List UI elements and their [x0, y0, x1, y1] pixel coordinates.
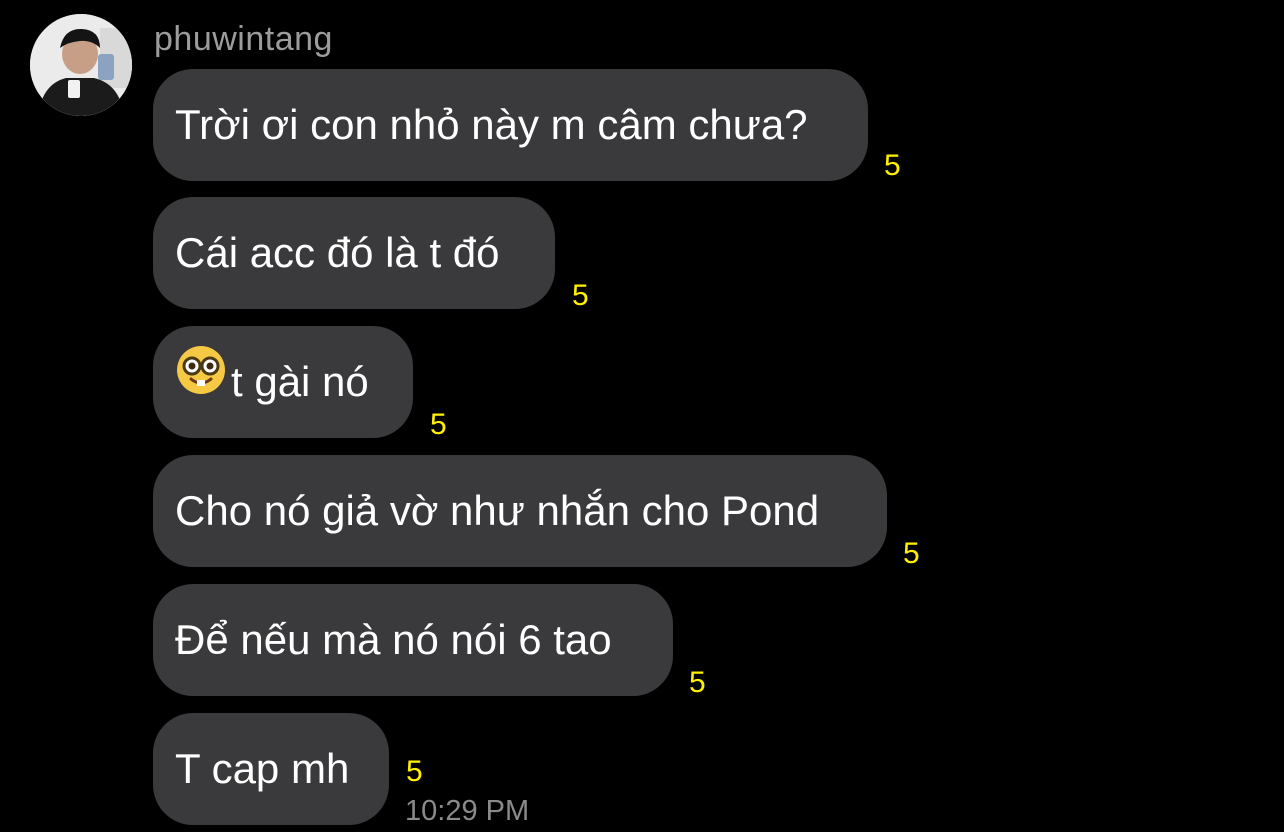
message-bubble[interactable]: T cap mh [153, 713, 389, 825]
message-badge: 5 [689, 666, 706, 699]
message-text: T cap mh [175, 745, 350, 792]
message-bubble[interactable]: Cho nó giả vờ như nhắn cho Pond [153, 455, 887, 567]
message-badge: 5 [406, 755, 423, 788]
nerd-face-emoji-icon [175, 326, 227, 438]
avatar[interactable] [30, 14, 132, 116]
message-text: t gài nó [231, 358, 369, 405]
message-text: Để nếu mà nó nói 6 tao [175, 616, 612, 663]
message-text: Cái acc đó là t đó [175, 229, 500, 276]
sender-name: phuwintang [154, 20, 333, 58]
message-timestamp: 10:29 PM [405, 795, 530, 827]
message-badge: 5 [430, 408, 447, 441]
message-badge: 5 [572, 279, 589, 312]
message-bubble[interactable]: Trời ơi con nhỏ này m câm chưa? [153, 69, 868, 181]
message-text: Cho nó giả vờ như nhắn cho Pond [175, 487, 820, 534]
message-bubble[interactable]: Để nếu mà nó nói 6 tao [153, 584, 673, 696]
message-badge: 5 [884, 149, 901, 182]
message-bubble[interactable]: Cái acc đó là t đó [153, 197, 555, 309]
message-text: Trời ơi con nhỏ này m câm chưa? [175, 101, 808, 148]
message-bubble[interactable]: t gài nó [153, 326, 413, 438]
message-badge: 5 [903, 537, 920, 570]
profile-photo-icon [30, 14, 132, 116]
